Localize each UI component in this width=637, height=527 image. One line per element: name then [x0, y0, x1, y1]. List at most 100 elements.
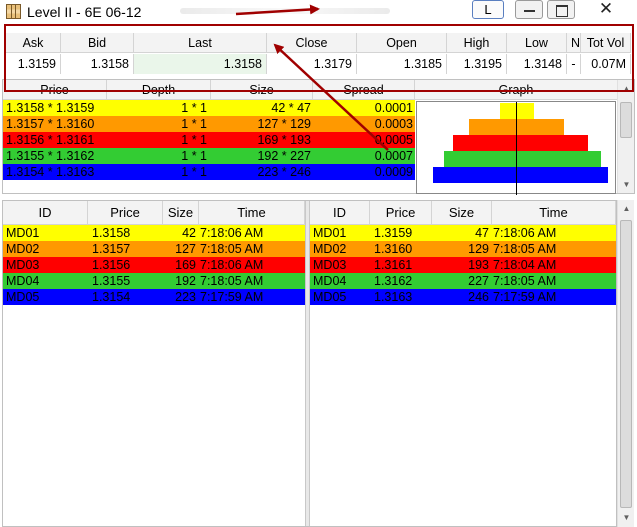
level2-size: 223 * 246 [257, 165, 311, 179]
depth-graph-bar [433, 167, 608, 183]
level2-price: 1.3156 * 1.3161 [6, 133, 95, 147]
last-value: 1.3158 [134, 54, 267, 74]
lists-scrollbar[interactable]: ▲ ▼ [617, 200, 634, 527]
bid-row[interactable]: MD05 1.3154 223 7:17:59 AM [3, 289, 305, 305]
col-header-time[interactable]: Time [492, 201, 616, 225]
ask-rows: MD01 1.3159 47 7:18:06 AM MD02 1.3160 12… [310, 225, 616, 305]
close-value: 1.3179 [267, 54, 357, 74]
col-header-tot-vol[interactable]: Tot Vol [581, 33, 631, 53]
row-size: 42 [182, 226, 196, 240]
quote-summary-header: Ask Bid Last Close Open High Low N Tot V… [6, 33, 631, 53]
row-size: 192 [175, 274, 196, 288]
row-size: 47 [475, 226, 489, 240]
col-header-spread[interactable]: Spread [313, 80, 415, 100]
row-time: 7:18:06 AM [493, 226, 557, 240]
col-header-last[interactable]: Last [134, 33, 267, 53]
col-header-id[interactable]: ID [310, 201, 370, 225]
level2-price: 1.3158 * 1.3159 [6, 101, 95, 115]
bid-list: ID Price Size Time MD01 1.3158 42 7:18:0… [3, 201, 305, 526]
row-size: 223 [175, 290, 196, 304]
col-header-n[interactable]: N [567, 33, 581, 53]
level2-row[interactable]: 1.3158 * 1.3159 1 * 1 42 * 47 0.0001 [3, 100, 415, 116]
row-time: 7:18:04 AM [493, 258, 557, 272]
ask-row[interactable]: MD02 1.3160 129 7:18:05 AM [310, 241, 616, 257]
row-price: 1.3162 [374, 274, 413, 288]
row-size: 127 [175, 242, 196, 256]
row-size: 169 [175, 258, 196, 272]
col-header-ask[interactable]: Ask [6, 33, 61, 53]
col-header-depth[interactable]: Depth [107, 80, 211, 100]
level2-row[interactable]: 1.3156 * 1.3161 1 * 1 169 * 193 0.0005 [3, 132, 415, 148]
col-header-price[interactable]: Price [3, 80, 107, 100]
level2-depth: 1 * 1 [181, 149, 207, 163]
level2-scrollbar[interactable]: ▲ ▼ [617, 80, 634, 193]
depth-graph-bar [444, 151, 601, 167]
scroll-down-arrow-icon[interactable]: ▼ [618, 176, 635, 193]
level2-spread: 0.0007 [374, 149, 413, 163]
minimize-button[interactable] [515, 0, 543, 19]
level2-row[interactable]: 1.3154 * 1.3163 1 * 1 223 * 246 0.0009 [3, 164, 415, 180]
bid-rows: MD01 1.3158 42 7:18:06 AM MD02 1.3157 12… [3, 225, 305, 305]
scroll-thumb[interactable] [620, 102, 632, 138]
level2-size: 42 * 47 [271, 101, 311, 115]
row-size: 246 [468, 290, 489, 304]
row-price: 1.3157 [92, 242, 131, 256]
row-time: 7:18:05 AM [200, 242, 264, 256]
layout-button[interactable]: L [472, 0, 504, 19]
level2-rows: 1.3158 * 1.3159 1 * 1 42 * 47 0.0001 1.3… [3, 100, 415, 180]
ask-list-header: ID Price Size Time [310, 201, 616, 225]
close-button[interactable]: ✕ [583, 0, 629, 19]
level2-price: 1.3154 * 1.3163 [6, 165, 95, 179]
level2-spread: 0.0003 [374, 117, 413, 131]
ask-row[interactable]: MD03 1.3161 193 7:18:04 AM [310, 257, 616, 273]
col-header-time[interactable]: Time [199, 201, 305, 225]
level2-size: 169 * 193 [257, 133, 311, 147]
level2-row[interactable]: 1.3157 * 1.3160 1 * 1 127 * 129 0.0003 [3, 116, 415, 132]
bid-row[interactable]: MD03 1.3156 169 7:18:06 AM [3, 257, 305, 273]
col-header-size[interactable]: Size [211, 80, 313, 100]
row-id: MD02 [6, 242, 40, 256]
col-header-close[interactable]: Close [267, 33, 357, 53]
n-value: - [567, 54, 581, 74]
col-header-id[interactable]: ID [3, 201, 88, 225]
ask-row[interactable]: MD05 1.3163 246 7:17:59 AM [310, 289, 616, 305]
col-header-size[interactable]: Size [163, 201, 199, 225]
bid-row[interactable]: MD04 1.3155 192 7:18:05 AM [3, 273, 305, 289]
high-value: 1.3195 [447, 54, 507, 74]
ask-list: ID Price Size Time MD01 1.3159 47 7:18:0… [310, 201, 616, 526]
depth-graph [416, 101, 616, 195]
row-price: 1.3156 [92, 258, 131, 272]
row-size: 227 [468, 274, 489, 288]
ask-row[interactable]: MD04 1.3162 227 7:18:05 AM [310, 273, 616, 289]
bid-row[interactable]: MD02 1.3157 127 7:18:05 AM [3, 241, 305, 257]
tot-vol-value: 0.07M [581, 54, 631, 74]
col-header-high[interactable]: High [447, 33, 507, 53]
row-time: 7:18:06 AM [200, 258, 264, 272]
level2-price: 1.3157 * 1.3160 [6, 117, 95, 131]
depth-graph-midline [516, 102, 517, 195]
bid-value: 1.3158 [61, 54, 134, 74]
col-header-size[interactable]: Size [432, 201, 492, 225]
maximize-button[interactable] [547, 0, 575, 19]
scroll-up-arrow-icon[interactable]: ▲ [618, 200, 635, 217]
scroll-thumb[interactable] [620, 220, 632, 508]
scroll-up-arrow-icon[interactable]: ▲ [618, 80, 635, 97]
col-header-low[interactable]: Low [507, 33, 567, 53]
row-time: 7:18:06 AM [200, 226, 264, 240]
depth-graph-bar [453, 135, 588, 151]
quote-summary-table: Ask Bid Last Close Open High Low N Tot V… [6, 33, 631, 76]
col-header-bid[interactable]: Bid [61, 33, 134, 53]
col-header-graph[interactable]: Graph [415, 80, 617, 100]
level2-row[interactable]: 1.3155 * 1.3162 1 * 1 192 * 227 0.0007 [3, 148, 415, 164]
col-header-price[interactable]: Price [88, 201, 163, 225]
bid-row[interactable]: MD01 1.3158 42 7:18:06 AM [3, 225, 305, 241]
col-header-price[interactable]: Price [370, 201, 432, 225]
col-header-open[interactable]: Open [357, 33, 447, 53]
row-price: 1.3160 [374, 242, 413, 256]
scroll-down-arrow-icon[interactable]: ▼ [618, 509, 635, 526]
level2-depth: 1 * 1 [181, 101, 207, 115]
ask-row[interactable]: MD01 1.3159 47 7:18:06 AM [310, 225, 616, 241]
level2-depth: 1 * 1 [181, 117, 207, 131]
row-price: 1.3155 [92, 274, 131, 288]
level2-spread: 0.0005 [374, 133, 413, 147]
